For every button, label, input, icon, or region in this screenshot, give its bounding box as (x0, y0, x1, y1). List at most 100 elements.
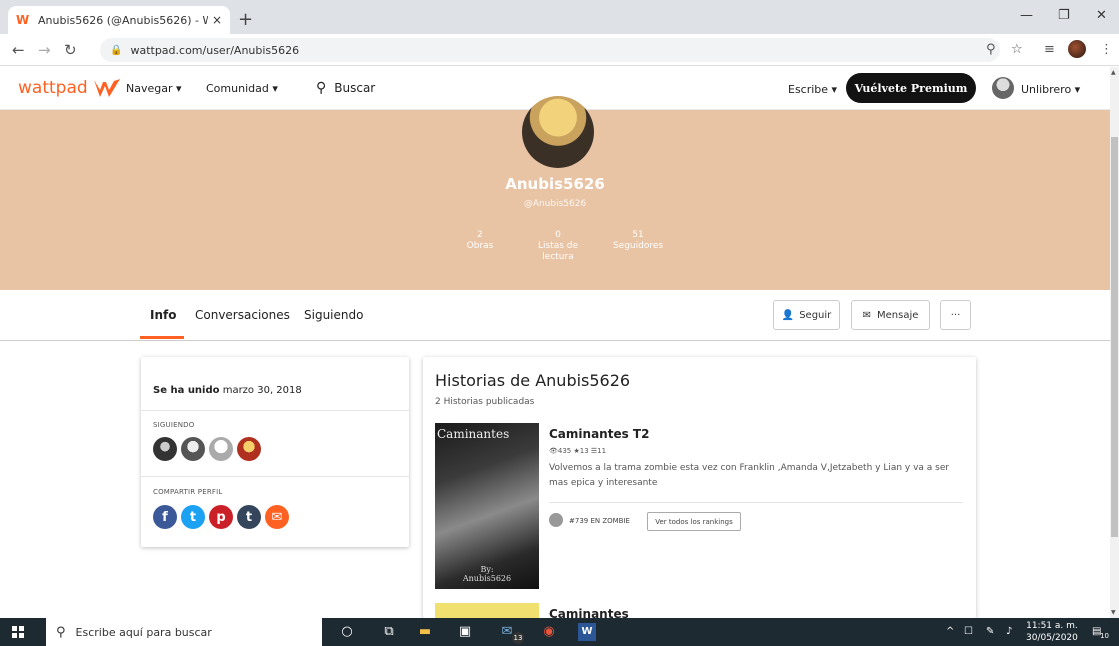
search-icon: ⚲ (56, 624, 66, 640)
stat-value: 0 (555, 230, 561, 240)
reload-icon[interactable]: ↻ (64, 41, 77, 59)
more-options-button[interactable]: ··· (940, 300, 971, 330)
scroll-up-icon[interactable]: ▲ (1111, 69, 1116, 76)
joined-date: Se ha unido marzo 30, 2018 (153, 385, 302, 396)
joined-value: marzo 30, 2018 (222, 385, 302, 396)
network-icon[interactable]: ☐ (964, 626, 973, 637)
divider (141, 410, 409, 411)
browser-tab-strip: W Anubis5626 (@Anubis5626) - Wa × + — ❐ … (0, 0, 1119, 34)
story-title[interactable]: Caminantes T2 (549, 427, 649, 441)
close-window-icon[interactable]: ✕ (1096, 8, 1107, 23)
word-icon[interactable]: W (578, 623, 596, 641)
minimize-icon[interactable]: — (1020, 8, 1033, 23)
comunidad-menu[interactable]: Comunidad ▾ (206, 82, 278, 95)
address-bar: ← → ↻ 🔒 wattpad.com/user/Anubis5626 ⚲ ☆ … (0, 34, 1119, 66)
facebook-icon[interactable]: f (153, 505, 177, 529)
wattpad-favicon-icon: W (16, 13, 30, 27)
profile-handle: @Anubis5626 (523, 199, 587, 209)
tab-siguiendo[interactable]: Siguiendo (304, 308, 363, 322)
message-label: Mensaje (877, 309, 919, 321)
following-avatar[interactable] (181, 437, 205, 461)
volume-icon[interactable]: ♪ (1006, 626, 1012, 637)
menu-icon[interactable]: ⋮ (1100, 42, 1113, 57)
escribe-menu[interactable]: Escribe ▾ (788, 83, 837, 96)
task-view-icon[interactable]: ⧉ (380, 623, 398, 641)
reading-list-icon[interactable]: ≡ (1044, 42, 1055, 57)
cortana-icon[interactable]: ○ (338, 623, 356, 641)
pinterest-icon[interactable]: p (209, 505, 233, 529)
file-explorer-icon[interactable]: ▬ (416, 623, 434, 641)
tab-info[interactable]: Info (150, 308, 176, 322)
search-box[interactable]: ⚲ Buscar (316, 80, 375, 96)
user-avatar[interactable] (992, 77, 1014, 99)
zoom-icon[interactable]: ⚲ (986, 42, 996, 57)
windows-start-icon[interactable] (12, 626, 24, 638)
close-tab-icon[interactable]: × (212, 13, 222, 27)
following-label: SIGUIENDO (153, 421, 195, 429)
tumblr-icon[interactable]: t (237, 505, 261, 529)
stat-seguidores[interactable]: 51 Seguidores (606, 230, 670, 252)
show-hidden-icons-icon[interactable]: ^ (946, 626, 954, 637)
stat-label: Listas de lectura (537, 241, 579, 262)
browser-tab[interactable]: W Anubis5626 (@Anubis5626) - Wa × (8, 6, 230, 34)
divider (549, 502, 963, 503)
message-button[interactable]: ✉ Mensaje (851, 300, 930, 330)
story-stats: 👁435 ★13 ☰11 (549, 447, 607, 455)
story-cover[interactable] (435, 603, 539, 618)
add-user-icon: 👤 (781, 309, 795, 321)
story-cover[interactable]: Caminantes By: Anubis5626 (435, 423, 539, 589)
cover-author: By: Anubis5626 (435, 565, 539, 583)
chrome-profile-avatar[interactable] (1068, 40, 1086, 58)
forward-icon[interactable]: → (38, 41, 51, 59)
profile-avatar (522, 96, 594, 168)
stat-value: 51 (632, 230, 644, 240)
wattpad-w-icon (93, 79, 120, 97)
share-profile-label: COMPARTIR PERFIL (153, 488, 223, 496)
star-icon[interactable]: ☆ (1011, 42, 1023, 57)
about-card: Se ha unido marzo 30, 2018 SIGUIENDO COM… (141, 357, 409, 547)
logo-text: wattpad (18, 78, 88, 98)
following-avatar[interactable] (153, 437, 177, 461)
search-placeholder: Buscar (334, 81, 376, 95)
windows-taskbar: ⚲ Escribe aquí para buscar ○ ⧉ ▬ ▣ ✉ 13 … (0, 618, 1119, 646)
ranking-badge-icon (549, 513, 563, 527)
scroll-down-icon[interactable]: ▼ (1111, 609, 1116, 616)
navegar-menu[interactable]: Navegar ▾ (126, 82, 182, 95)
view-rankings-button[interactable]: Ver todos los rankings (647, 512, 741, 531)
page-scrollbar[interactable]: ▲ ▼ (1110, 67, 1119, 618)
following-avatar[interactable] (209, 437, 233, 461)
taskbar-search[interactable]: ⚲ Escribe aquí para buscar (46, 618, 322, 646)
pen-icon[interactable]: ✎ (986, 626, 994, 637)
envelope-icon: ✉ (862, 309, 871, 321)
taskbar-clock[interactable]: 11:51 a. m. 30/05/2020 (1026, 620, 1078, 644)
tab-conversaciones[interactable]: Conversaciones (195, 308, 290, 322)
wattpad-logo[interactable]: wattpad (18, 77, 122, 99)
story-description: Volvemos a la trama zombie esta vez con … (549, 463, 950, 488)
chrome-icon[interactable]: ◉ (540, 623, 558, 641)
stories-title: Historias de Anubis5626 (435, 371, 631, 390)
story-rank: #739 EN ZOMBIE (569, 517, 630, 525)
story-title[interactable]: Caminantes (549, 607, 629, 618)
store-icon[interactable]: ▣ (456, 623, 474, 641)
profile-username: Anubis5626 (505, 175, 605, 193)
email-icon[interactable]: ✉ (265, 505, 289, 529)
scrollbar-thumb[interactable] (1111, 137, 1118, 537)
stories-card: Historias de Anubis5626 2 Historias publ… (423, 357, 976, 618)
back-icon[interactable]: ← (12, 41, 25, 59)
stat-label: Seguidores (612, 241, 664, 251)
stat-obras[interactable]: 2 Obras (460, 230, 500, 252)
new-tab-button[interactable]: + (238, 9, 253, 30)
premium-button[interactable]: Vuélvete Premium (846, 73, 976, 103)
follow-button[interactable]: 👤 Seguir (773, 300, 840, 330)
mail-badge: 13 (512, 632, 524, 644)
browser-tab-title: Anubis5626 (@Anubis5626) - Wa (38, 13, 208, 27)
divider (141, 476, 409, 477)
user-menu[interactable]: Unlibrero ▾ (1021, 83, 1080, 96)
stories-count: 2 Historias publicadas (435, 397, 535, 407)
following-avatar[interactable] (237, 437, 261, 461)
twitter-icon[interactable]: t (181, 505, 205, 529)
cover-by: By: (480, 565, 494, 574)
omnibox[interactable]: 🔒 wattpad.com/user/Anubis5626 (100, 38, 1000, 62)
stat-listas[interactable]: 0 Listas de lectura (533, 230, 583, 263)
restore-icon[interactable]: ❐ (1058, 8, 1070, 23)
